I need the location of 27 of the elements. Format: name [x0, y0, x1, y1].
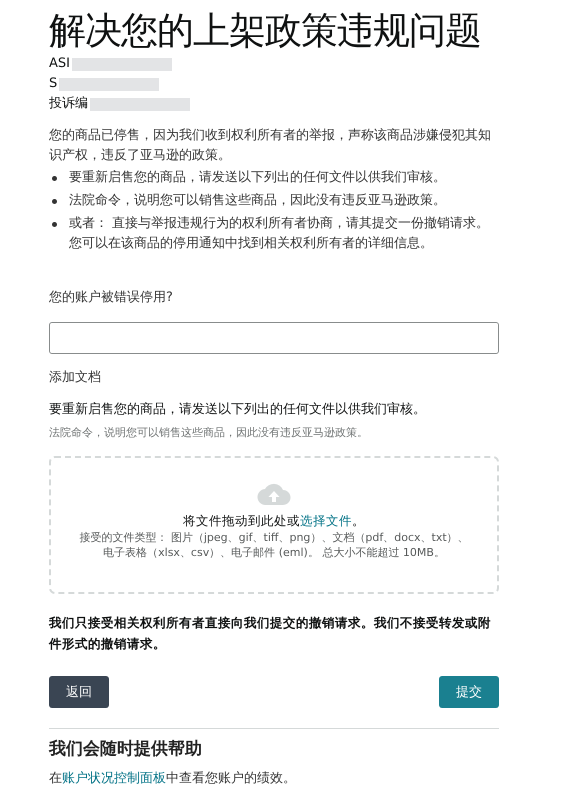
intro-text: 您的商品已停售，因为我们收到权利所有者的举报，声称该商品涉嫌侵犯其知识产权，违反了亚马逊的政策。	[49, 127, 492, 165]
bullet-icon	[52, 222, 57, 227]
cloud-upload-icon	[257, 482, 291, 506]
help-title: 我们会随时提供帮助	[49, 738, 203, 761]
field-label: 您的账户被错误停用?	[49, 289, 174, 307]
dashboard-link[interactable]: 账户状况控制面板	[62, 771, 166, 786]
bullet-icon	[52, 176, 57, 181]
submit-button[interactable]: 提交	[439, 676, 499, 708]
identifier-label: 投诉编	[49, 95, 88, 113]
bullet-text: 或者： 直接与举报违规行为的权利所有者协商，请其提交一份撤销请求。您可以在该商品的停用通知中找到相关权利所有者的详细信息。	[69, 215, 490, 253]
identifier-label: S	[49, 75, 58, 93]
bullet-text: 法院命令，说明您可以销售这些商品，因此没有违反亚马逊政策。	[69, 192, 446, 210]
section-label: 添加文档	[49, 369, 102, 387]
instruction-text: 要重新启售您的商品，请发送以下列出的任何文件以供我们审核。	[49, 401, 427, 419]
input-field[interactable]	[49, 322, 499, 354]
choose-file-link[interactable]: 选择文件	[300, 513, 352, 528]
file-drop-zone[interactable]: 将文件拖动到此处或选择文件。 接受的文件类型： 图片（jpeg、gif、tiff、png）、文档（pdf、docx、txt）、电子表格（xlsx、csv）、电子邮件 (eml)。 总大小不能超过 10MB。	[49, 456, 499, 594]
bullet-icon	[52, 199, 57, 204]
file-types-text: 接受的文件类型： 图片（jpeg、gif、tiff、png）、文档（pdf、docx、txt）、电子表格（xlsx、csv）、电子邮件 (eml)。 总大小不能超过 10MB。	[78, 530, 470, 560]
notice-text: 我们只接受相关权利所有者直接向我们提交的撤销请求。我们不接受转发或附件形式的撤销请求。	[49, 614, 492, 653]
page-title: 解决您的上架政策违规问题	[49, 8, 482, 54]
hint-text: 法院命令，说明您可以销售这些商品，因此没有违反亚马逊政策。	[49, 425, 369, 441]
bullet-text: 要重新启售您的商品，请发送以下列出的任何文件以供我们审核。	[69, 169, 446, 187]
drop-instruction: 将文件拖动到此处或选择文件。	[183, 512, 365, 530]
help-text: 在账户状况控制面板中查看您账户的绩效。	[49, 770, 297, 788]
back-button[interactable]: 返回	[49, 676, 109, 708]
identifier-label: ASI	[49, 55, 70, 73]
